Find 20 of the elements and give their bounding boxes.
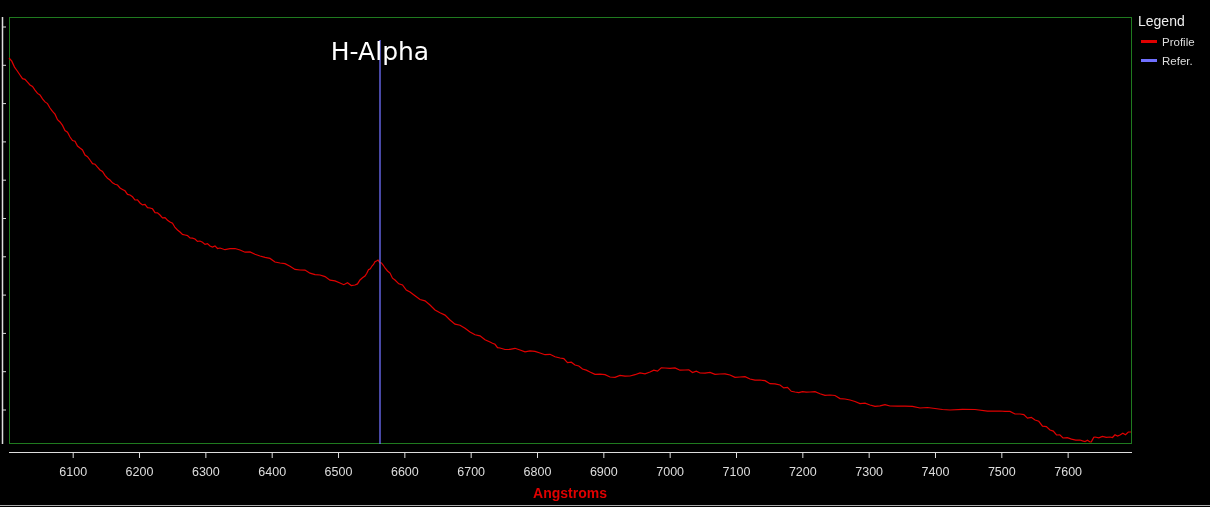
- axis-tick-label: 7600: [1054, 465, 1083, 479]
- axis-tick-label: 6100: [59, 465, 88, 479]
- axis-tick-label: 7300: [855, 465, 884, 479]
- axis-tick-label: 6800: [523, 465, 552, 479]
- axis-tick-label: 6900: [589, 465, 618, 479]
- axis-tick-label: 7100: [722, 465, 751, 479]
- axis-tick-label: 6500: [324, 465, 353, 479]
- legend-label: Profile: [1162, 36, 1195, 48]
- axis-tick-label: 6400: [258, 465, 287, 479]
- axis-tick-label: 6300: [191, 465, 220, 479]
- axis-tick-label: 7000: [656, 465, 685, 479]
- axis-tick-label: 6200: [125, 465, 154, 479]
- axis-tick-label: 6700: [457, 465, 486, 479]
- legend-title: Legend: [1138, 13, 1185, 29]
- axis-title: Angstroms: [533, 485, 607, 501]
- axis-tick-label: 6600: [390, 465, 419, 479]
- axis-tick-label: 7500: [987, 465, 1016, 479]
- axis-tick-label: 7200: [788, 465, 817, 479]
- axis-tick-label: 7400: [921, 465, 950, 479]
- legend-label: Refer.: [1162, 55, 1193, 67]
